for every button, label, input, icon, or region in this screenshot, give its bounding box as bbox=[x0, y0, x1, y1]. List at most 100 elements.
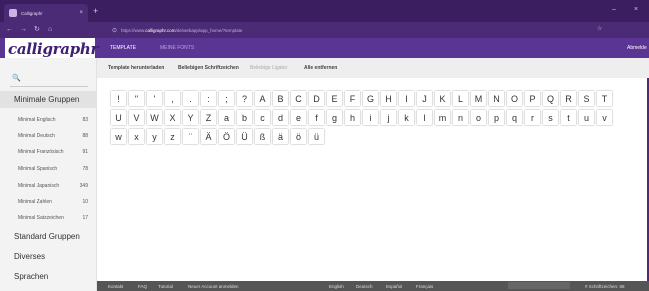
character-tile[interactable]: y bbox=[147, 129, 162, 144]
character-tile[interactable]: Q bbox=[543, 91, 558, 106]
character-tile[interactable]: d bbox=[273, 110, 288, 125]
character-tile[interactable]: N bbox=[489, 91, 504, 106]
sidebar-item-minimal-numbers[interactable]: Minimal Zahlen 10 bbox=[18, 199, 88, 205]
character-tile[interactable]: u bbox=[579, 110, 594, 125]
character-tile[interactable]: ? bbox=[237, 91, 252, 106]
character-tile[interactable]: ! bbox=[111, 91, 126, 106]
character-tile[interactable]: ¨ bbox=[183, 129, 198, 144]
character-tile[interactable]: L bbox=[453, 91, 468, 106]
search-input[interactable] bbox=[10, 86, 88, 87]
forward-icon[interactable]: → bbox=[20, 25, 27, 35]
character-tile[interactable]: f bbox=[309, 110, 324, 125]
footer-lang-english[interactable]: English bbox=[329, 284, 344, 289]
character-tile[interactable]: E bbox=[327, 91, 342, 106]
download-template-button[interactable]: Template herunterladen bbox=[108, 65, 164, 71]
character-tile[interactable]: ; bbox=[219, 91, 234, 106]
character-tile[interactable]: U bbox=[111, 110, 126, 125]
minimize-icon[interactable]: – bbox=[612, 6, 616, 14]
logo[interactable]: calligraphr bbox=[5, 38, 98, 60]
character-tile[interactable]: Z bbox=[201, 110, 216, 125]
character-tile[interactable]: Ü bbox=[237, 129, 252, 144]
character-tile[interactable]: G bbox=[363, 91, 378, 106]
group-misc[interactable]: Diverses bbox=[14, 252, 45, 261]
character-tile[interactable]: P bbox=[525, 91, 540, 106]
character-tile[interactable]: S bbox=[579, 91, 594, 106]
character-tile[interactable]: q bbox=[507, 110, 522, 125]
character-tile[interactable]: z bbox=[165, 129, 180, 144]
search-icon[interactable]: 🔍 bbox=[12, 74, 21, 82]
character-tile[interactable]: g bbox=[327, 110, 342, 125]
footer-link-contact[interactable]: Kontakt bbox=[108, 284, 123, 289]
character-tile[interactable]: ß bbox=[255, 129, 270, 144]
tab-template[interactable]: TEMPLATE bbox=[110, 45, 136, 51]
character-tile[interactable]: O bbox=[507, 91, 522, 106]
sidebar-item-minimal-japanese[interactable]: Minimal Japanisch 349 bbox=[18, 183, 88, 189]
character-tile[interactable]: p bbox=[489, 110, 504, 125]
footer-link-signup[interactable]: Neuer Account anmelden bbox=[188, 284, 239, 289]
footer-link-faq[interactable]: FAQ bbox=[138, 284, 147, 289]
character-tile[interactable]: ö bbox=[291, 129, 306, 144]
character-tile[interactable]: M bbox=[471, 91, 486, 106]
character-tile[interactable]: . bbox=[183, 91, 198, 106]
sidebar-item-minimal-english[interactable]: Minimal Englisch 83 bbox=[18, 117, 88, 123]
character-tile[interactable]: v bbox=[597, 110, 612, 125]
character-tile[interactable]: H bbox=[381, 91, 396, 106]
tab-close-icon[interactable]: × bbox=[79, 10, 83, 16]
character-tile[interactable]: ä bbox=[273, 129, 288, 144]
character-tile[interactable]: c bbox=[255, 110, 270, 125]
browser-tab[interactable]: Calligraphr × bbox=[4, 4, 88, 22]
group-minimal[interactable]: Minimale Gruppen bbox=[0, 91, 96, 108]
character-tile[interactable]: t bbox=[561, 110, 576, 125]
character-tile[interactable]: ü bbox=[309, 129, 324, 144]
character-tile[interactable]: , bbox=[165, 91, 180, 106]
window-close-icon[interactable]: × bbox=[634, 6, 638, 14]
character-tile[interactable]: x bbox=[129, 129, 144, 144]
character-tile[interactable]: w bbox=[111, 129, 126, 144]
sidebar-item-minimal-french[interactable]: Minimal Französisch 91 bbox=[18, 149, 88, 155]
sidebar-item-minimal-punctuation[interactable]: Minimal Satzzeichen 17 bbox=[18, 215, 88, 221]
character-tile[interactable]: T bbox=[597, 91, 612, 106]
footer-lang-french[interactable]: Français bbox=[416, 284, 433, 289]
character-tile[interactable]: o bbox=[471, 110, 486, 125]
character-tile[interactable]: K bbox=[435, 91, 450, 106]
character-tile[interactable]: : bbox=[201, 91, 216, 106]
group-standard[interactable]: Standard Gruppen bbox=[14, 232, 80, 241]
character-tile[interactable]: B bbox=[273, 91, 288, 106]
footer-lang-spanish[interactable]: Español bbox=[386, 284, 402, 289]
sidebar-item-minimal-german[interactable]: Minimal Deutsch 88 bbox=[18, 133, 88, 139]
footer-link-tutorial[interactable]: Tutorial bbox=[158, 284, 173, 289]
character-tile[interactable]: J bbox=[417, 91, 432, 106]
character-tile[interactable]: j bbox=[381, 110, 396, 125]
character-tile[interactable]: l bbox=[417, 110, 432, 125]
footer-lang-german[interactable]: Deutsch bbox=[356, 284, 373, 289]
character-tile[interactable]: ' bbox=[147, 91, 162, 106]
character-tile[interactable]: R bbox=[561, 91, 576, 106]
character-tile[interactable]: Ö bbox=[219, 129, 234, 144]
character-tile[interactable]: b bbox=[237, 110, 252, 125]
character-tile[interactable]: e bbox=[291, 110, 306, 125]
character-tile[interactable]: W bbox=[147, 110, 162, 125]
home-icon[interactable]: ⌂ bbox=[48, 25, 52, 35]
character-tile[interactable]: s bbox=[543, 110, 558, 125]
bookmark-star-icon[interactable]: ☆ bbox=[597, 25, 602, 32]
character-tile[interactable]: k bbox=[399, 110, 414, 125]
new-tab-icon[interactable]: + bbox=[93, 6, 98, 16]
logout-link[interactable]: Abmelde bbox=[627, 45, 647, 51]
custom-ligature-button[interactable]: Beliebige Ligatur bbox=[250, 65, 287, 71]
character-tile[interactable]: m bbox=[435, 110, 450, 125]
character-tile[interactable]: r bbox=[525, 110, 540, 125]
character-tile[interactable]: Y bbox=[183, 110, 198, 125]
character-tile[interactable]: Ä bbox=[201, 129, 216, 144]
character-tile[interactable]: F bbox=[345, 91, 360, 106]
back-icon[interactable]: ← bbox=[6, 25, 13, 35]
character-tile[interactable]: C bbox=[291, 91, 306, 106]
tab-my-fonts[interactable]: MEINE FONTS bbox=[160, 45, 194, 51]
character-tile[interactable]: A bbox=[255, 91, 270, 106]
character-tile[interactable]: h bbox=[345, 110, 360, 125]
group-languages[interactable]: Sprachen bbox=[14, 272, 48, 281]
character-tile[interactable]: n bbox=[453, 110, 468, 125]
character-tile[interactable]: X bbox=[165, 110, 180, 125]
address-bar[interactable]: ⊙ https://www.calligraphr.com/de/webapp/… bbox=[110, 25, 610, 36]
sidebar-item-minimal-spanish[interactable]: Minimal Spanisch 78 bbox=[18, 166, 88, 172]
character-tile[interactable]: D bbox=[309, 91, 324, 106]
